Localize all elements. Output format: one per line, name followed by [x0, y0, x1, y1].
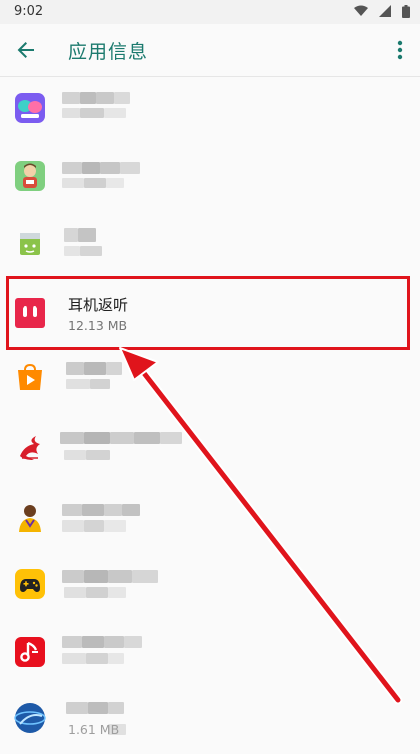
list-item[interactable]: [0, 348, 420, 414]
globe-app-icon: [14, 703, 46, 733]
list-item-earphone-monitor[interactable]: 耳机返听 12.13 MB: [0, 278, 420, 344]
battery-icon: [402, 5, 410, 18]
more-vert-icon: [397, 40, 403, 60]
basketball-player-app-icon: [19, 505, 41, 532]
list-item[interactable]: [0, 414, 420, 480]
android-box-app-icon: [20, 233, 40, 255]
list-item[interactable]: [0, 76, 420, 142]
app-bar: 应用信息: [0, 24, 420, 77]
wifi-icon: [353, 5, 368, 16]
character-app-icon: [15, 161, 45, 191]
dragon-app-icon: [20, 436, 40, 460]
status-bar: 9:02: [0, 0, 420, 24]
list-item[interactable]: [0, 142, 420, 208]
earphone-app-icon: [15, 298, 45, 328]
more-options-button[interactable]: [390, 36, 410, 64]
app-name: 耳机返听: [68, 296, 129, 314]
app-size: 1.61 MB: [68, 722, 120, 737]
list-item[interactable]: [0, 484, 420, 550]
app-size: 12.13 MB: [68, 318, 128, 333]
app-list: 耳机返听 12.13 MB 1.61 MB: [0, 76, 420, 748]
status-icons: [348, 5, 410, 19]
shopping-bag-app-icon: [18, 363, 42, 390]
list-item[interactable]: [0, 618, 420, 684]
page-title: 应用信息: [68, 41, 149, 63]
gamepad-app-icon: [15, 569, 45, 599]
back-button[interactable]: [12, 36, 40, 64]
list-item[interactable]: [0, 550, 420, 616]
chat-bubbles-app-icon: [15, 93, 45, 123]
arrow-left-icon: [17, 42, 34, 58]
music-note-app-icon: [15, 637, 45, 667]
signal-icon: [378, 5, 391, 17]
list-item[interactable]: 1.61 MB: [0, 688, 420, 754]
list-item[interactable]: [0, 210, 420, 276]
status-time: 9:02: [14, 4, 44, 19]
